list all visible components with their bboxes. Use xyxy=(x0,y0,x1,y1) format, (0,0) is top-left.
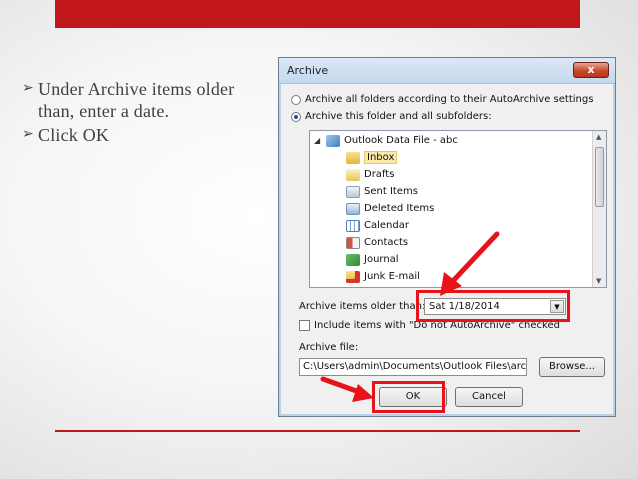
arrow-to-date-line xyxy=(449,231,500,285)
annotation-arrows xyxy=(320,231,500,402)
arrow-to-ok-head-icon xyxy=(352,384,374,402)
